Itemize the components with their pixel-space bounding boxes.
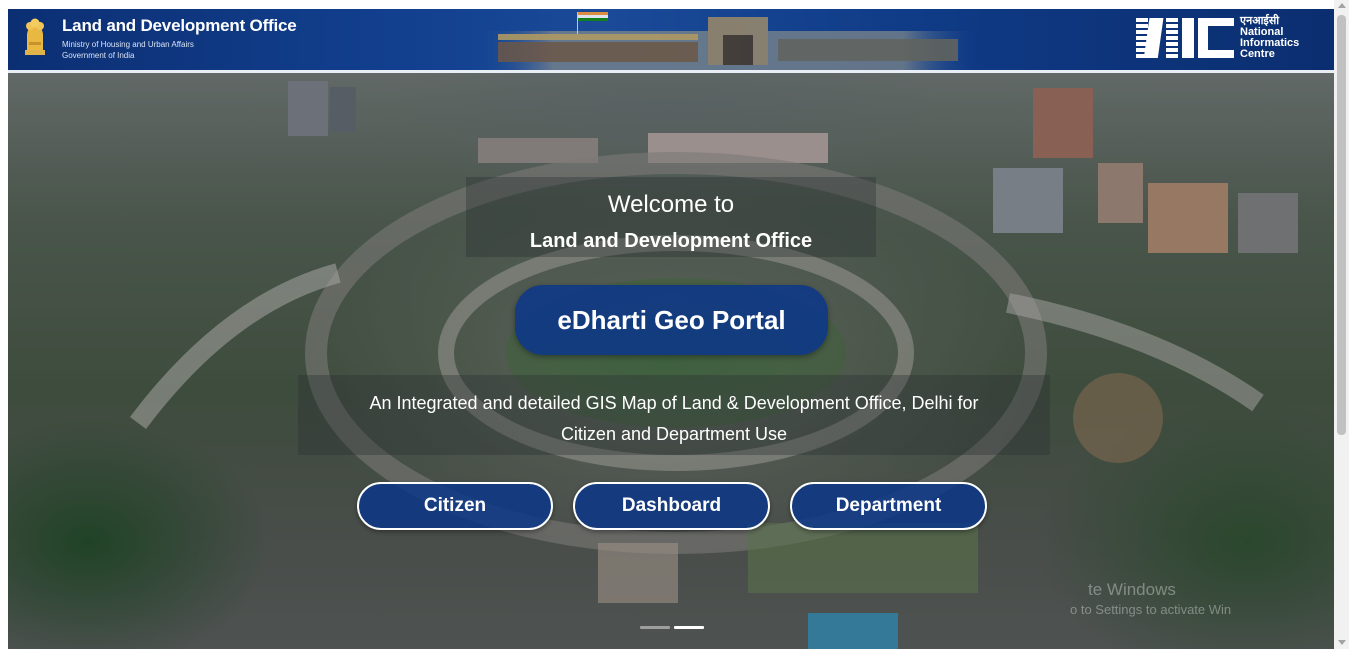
carousel-dot-1[interactable]	[640, 626, 670, 629]
national-emblem-icon	[25, 18, 45, 55]
nic-logo-icon: एनआईसी National Informatics Centre	[1136, 14, 1322, 64]
citizen-button[interactable]: Citizen	[357, 482, 553, 530]
description-line-1: An Integrated and detailed GIS Map of La…	[369, 393, 979, 413]
header-ministry: Ministry of Housing and Urban Affairs	[62, 40, 194, 49]
scroll-thumb[interactable]	[1337, 15, 1346, 435]
parliament-banner-image	[478, 12, 978, 70]
scroll-down-arrow-icon[interactable]	[1338, 640, 1346, 645]
header-government: Government of India	[62, 51, 135, 60]
welcome-heading: Welcome to	[607, 191, 735, 218]
edharti-geo-portal-button[interactable]: eDharti Geo Portal	[515, 285, 828, 355]
activation-watermark-line-2: o to Settings to activate Win	[1070, 602, 1232, 617]
hero-overlay	[8, 73, 1334, 649]
site-header: Land and Development Office Ministry of …	[8, 9, 1334, 70]
scroll-up-arrow-icon[interactable]	[1338, 3, 1346, 8]
description-line-2: Citizen and Department Use	[560, 424, 788, 444]
header-title[interactable]: Land and Development Office	[62, 16, 297, 36]
dashboard-button[interactable]: Dashboard	[573, 482, 770, 530]
page: Land and Development Office Ministry of …	[0, 0, 1349, 649]
carousel-dot-2-active[interactable]	[674, 626, 704, 629]
vertical-scrollbar[interactable]	[1334, 0, 1349, 649]
nic-line3: Centre	[1240, 48, 1275, 60]
activation-watermark-line-1: te Windows	[1088, 580, 1176, 599]
department-button[interactable]: Department	[790, 482, 987, 530]
nic-text: एनआईसी National Informatics Centre	[1240, 16, 1299, 60]
hero-banner: Welcome to Land and Development Office e…	[8, 73, 1334, 649]
welcome-office-name: Land and Development Office	[529, 230, 813, 252]
carousel-indicators	[638, 624, 708, 630]
